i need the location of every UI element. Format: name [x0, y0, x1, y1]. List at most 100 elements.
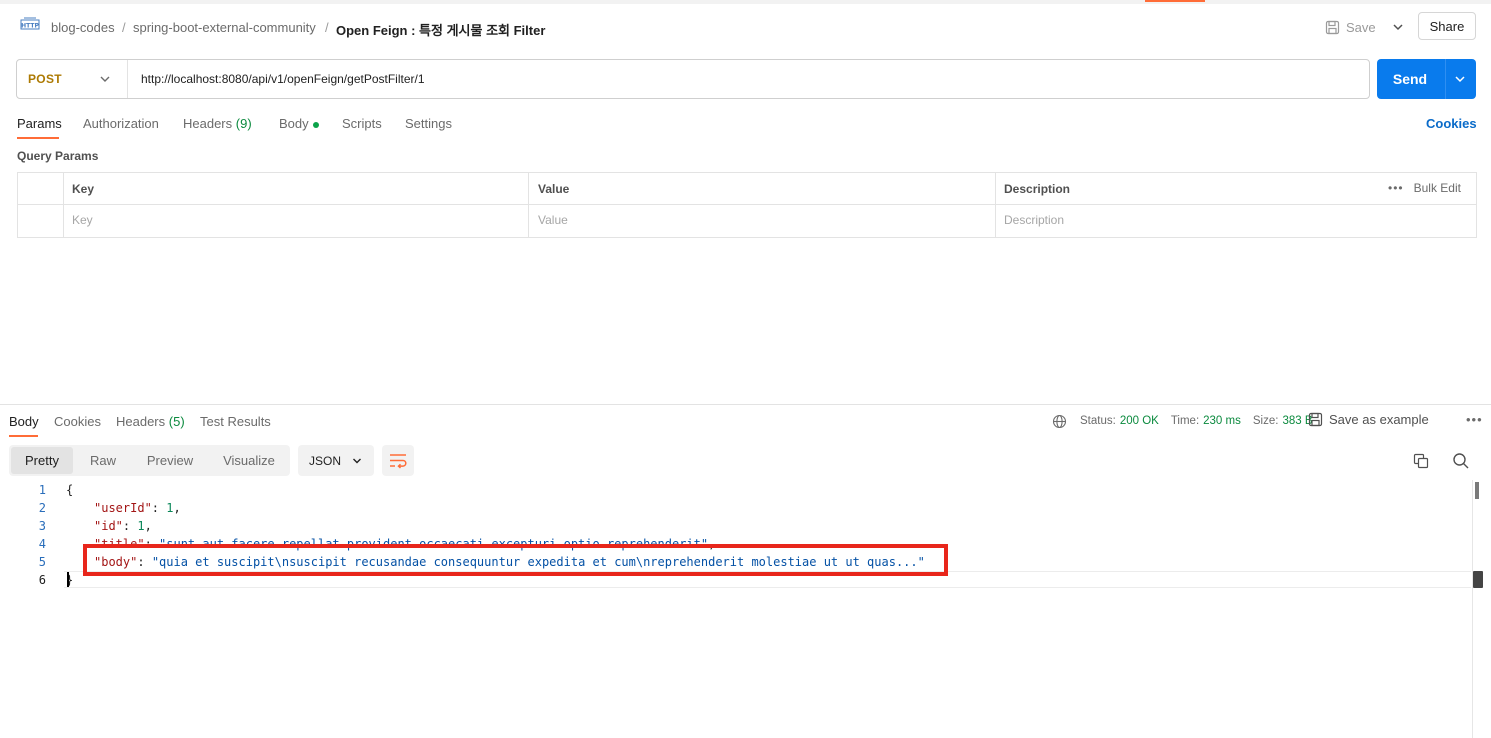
send-label[interactable]: Send: [1377, 59, 1443, 99]
table-column-divider: [528, 172, 529, 238]
save-as-example-label: Save as example: [1329, 412, 1429, 427]
tab-body[interactable]: Body: [279, 116, 319, 131]
line-number: 5: [38, 555, 46, 569]
pane-divider[interactable]: [0, 404, 1491, 405]
breadcrumb-item-collection[interactable]: blog-codes: [51, 20, 115, 35]
json-comma: ,: [144, 519, 152, 533]
size-label: Size:: [1252, 415, 1279, 427]
param-value-input[interactable]: Value: [538, 213, 568, 227]
tab-scripts[interactable]: Scripts: [342, 116, 382, 131]
send-divider: [1445, 59, 1446, 99]
column-header-key: Key: [72, 182, 95, 196]
tab-authorization[interactable]: Authorization: [83, 116, 159, 131]
time-value[interactable]: 230 ms: [1203, 415, 1241, 427]
highlight-annotation-box: [83, 544, 948, 576]
view-mode-raw[interactable]: Raw: [75, 445, 131, 476]
view-mode-preview[interactable]: Preview: [133, 445, 207, 476]
save-icon: [1308, 412, 1323, 427]
response-tab-headers[interactable]: Headers (5): [116, 414, 185, 429]
method-select[interactable]: POST: [28, 72, 62, 86]
save-icon: [1325, 20, 1340, 34]
response-tab-headers-count: (5): [168, 414, 185, 429]
breadcrumb-item-folder[interactable]: spring-boot-external-community: [133, 20, 316, 35]
tab-params[interactable]: Params: [17, 116, 62, 131]
url-input[interactable]: http://localhost:8080/api/v1/openFeign/g…: [141, 72, 425, 86]
line-number: 4: [38, 537, 46, 551]
line-number: 1: [38, 483, 46, 497]
chevron-down-icon[interactable]: [1453, 72, 1467, 86]
search-icon[interactable]: [1452, 452, 1470, 470]
json-colon: :: [122, 519, 138, 533]
cookies-link[interactable]: Cookies: [1426, 116, 1477, 131]
chevron-down-icon[interactable]: [1389, 18, 1407, 36]
svg-text:HTTP: HTTP: [21, 23, 39, 30]
query-params-title: Query Params: [17, 149, 99, 163]
params-table: [17, 172, 1477, 238]
bulk-edit-button[interactable]: ••• Bulk Edit: [1388, 181, 1461, 195]
time-label: Time:: [1170, 415, 1200, 427]
format-select-value: JSON: [309, 453, 342, 468]
chevron-down-icon: [353, 458, 362, 463]
url-divider: [127, 60, 128, 98]
view-mode-pretty[interactable]: Pretty: [11, 445, 73, 476]
wrap-lines-button[interactable]: [382, 445, 414, 476]
status-value[interactable]: 200 OK: [1120, 415, 1159, 427]
http-request-icon: HTTP: [20, 17, 40, 30]
column-header-value: Value: [538, 182, 570, 196]
line-number: 3: [38, 519, 46, 533]
active-tab-accent: [1145, 0, 1205, 2]
response-tab-cookies[interactable]: Cookies: [54, 414, 101, 429]
code-line: {: [66, 483, 74, 497]
save-label: Save: [1346, 19, 1376, 35]
overview-ruler-marker: [1473, 571, 1483, 588]
save-button[interactable]: Save: [1325, 14, 1376, 40]
more-options-icon[interactable]: •••: [1466, 412, 1483, 427]
code-line: "userId": 1,: [94, 501, 181, 515]
save-as-example-button[interactable]: Save as example: [1308, 412, 1429, 427]
param-description-input[interactable]: Description: [1004, 213, 1064, 227]
format-select[interactable]: JSON: [298, 445, 374, 476]
active-tab-underline: [17, 137, 59, 139]
copy-icon[interactable]: [1413, 453, 1429, 469]
json-key: "id": [94, 519, 123, 533]
view-mode-visualize[interactable]: Visualize: [209, 445, 289, 476]
table-header-divider: [17, 204, 1477, 205]
response-tab-headers-label: Headers: [116, 414, 166, 429]
json-comma: ,: [173, 501, 181, 515]
text-cursor: [67, 572, 69, 587]
globe-icon[interactable]: [1052, 414, 1067, 429]
line-number: 6: [38, 573, 46, 587]
wrap-text-icon: [390, 454, 407, 469]
json-colon: :: [151, 501, 167, 515]
tab-headers-label: Headers: [183, 116, 233, 131]
response-tab-body[interactable]: Body: [9, 414, 39, 429]
json-value: 1: [137, 519, 145, 533]
tab-body-label: Body: [279, 116, 309, 131]
line-number: 2: [38, 501, 46, 515]
table-column-divider: [995, 172, 996, 238]
active-tab-underline: [9, 435, 38, 437]
top-strip: [0, 0, 1491, 4]
breadcrumb-separator: /: [325, 20, 329, 35]
response-status-bar: Status: 200 OK Time: 230 ms Size: 383 B: [1052, 412, 1313, 430]
breadcrumb-separator: /: [122, 20, 126, 35]
response-tab-test-results[interactable]: Test Results: [200, 414, 271, 429]
code-line: "id": 1,: [94, 519, 152, 533]
table-column-divider: [63, 172, 64, 238]
more-options-icon: •••: [1388, 181, 1404, 195]
status-label: Status:: [1080, 415, 1116, 427]
tab-settings[interactable]: Settings: [405, 116, 452, 131]
tab-headers[interactable]: Headers (9): [183, 116, 252, 131]
chevron-down-icon[interactable]: [98, 72, 112, 86]
response-body-editor[interactable]: 1 2 3 4 5 6 { "userId": 1, "id": 1, "tit…: [0, 480, 1491, 738]
request-title[interactable]: Open Feign : 특정 게시물 조회 Filter: [336, 20, 545, 39]
share-button[interactable]: Share: [1418, 12, 1476, 40]
bulk-edit-label: Bulk Edit: [1413, 181, 1461, 195]
editor-scrollbar[interactable]: [1472, 480, 1473, 738]
body-indicator-dot: [312, 121, 319, 128]
column-header-description: Description: [1004, 182, 1071, 196]
tab-headers-count: (9): [235, 116, 252, 131]
param-key-input[interactable]: Key: [72, 213, 93, 227]
json-key: "userId": [94, 501, 152, 515]
scrollbar-thumb[interactable]: [1475, 482, 1479, 499]
